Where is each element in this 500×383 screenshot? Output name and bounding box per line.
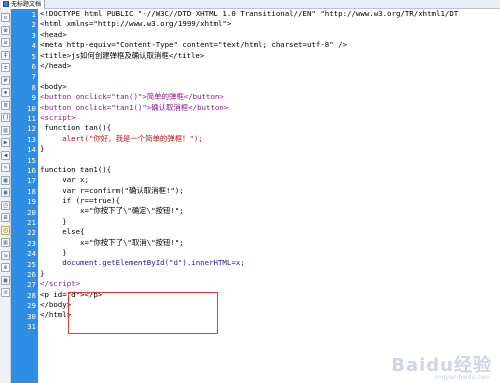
line-number: 1 bbox=[31, 10, 36, 19]
code-line: if (r==true){ bbox=[40, 196, 121, 206]
code-line: <body> bbox=[40, 81, 67, 91]
code-line: var r=confirm("确认取消框!"); bbox=[40, 185, 184, 195]
debug-tool[interactable]: ▩ bbox=[1, 275, 10, 285]
code-line: <p id="d"></p> bbox=[40, 289, 103, 299]
snippet-tool[interactable]: ◳ bbox=[1, 200, 10, 210]
indent-tool[interactable]: ▶ bbox=[1, 138, 10, 147]
code-view-tool[interactable]: ◇ bbox=[1, 13, 10, 22]
code-editor[interactable]: <!DOCTYPE html PUBLIC "-//W3C//DTD XHTML… bbox=[38, 9, 500, 383]
line-number: 9 bbox=[31, 93, 36, 103]
line-number: 26 bbox=[27, 270, 36, 279]
line-number: 29 bbox=[27, 301, 36, 311]
format-tool[interactable]: ✎ bbox=[1, 163, 10, 172]
line-number: 2 bbox=[31, 20, 36, 30]
line-number: 12 bbox=[27, 124, 36, 134]
line-number: 7 bbox=[31, 72, 36, 82]
line-number: 27 bbox=[27, 280, 36, 290]
code-line: document.getElementById("d").innerHTML=x… bbox=[40, 258, 245, 268]
zoom-tool[interactable]: ⊕ bbox=[1, 263, 10, 272]
line-number: 21 bbox=[27, 218, 36, 227]
code-line: } bbox=[40, 268, 45, 278]
code-line: </body> bbox=[40, 299, 72, 309]
code-line: } bbox=[40, 216, 67, 226]
line-number: 4 bbox=[31, 41, 36, 51]
watermark-url: jingyan.baidu.com bbox=[434, 374, 490, 381]
line-number: 28 bbox=[27, 290, 36, 300]
split-view-tool[interactable]: ※ bbox=[1, 25, 10, 35]
document-tab[interactable]: 无标题文档 bbox=[1, 0, 46, 9]
code-line: } bbox=[40, 247, 67, 257]
line-number: 20 bbox=[27, 207, 36, 217]
code-line: </head> bbox=[40, 60, 72, 70]
expand-tool[interactable]: ≡ bbox=[1, 38, 10, 47]
line-number-gutter: 1 2 3 4 5 6 7 8 9 10 11 12 13 14 15 16 17 18 19 20 21 22 23 24 2… bbox=[11, 9, 38, 383]
comment-tool[interactable]: () bbox=[1, 113, 10, 122]
line-number: 22 bbox=[27, 228, 36, 238]
line-number: 23 bbox=[27, 238, 36, 248]
line-number: 17 bbox=[27, 176, 36, 186]
line-number: 30 bbox=[27, 311, 36, 321]
highlight-tool[interactable]: ◈ bbox=[1, 88, 10, 97]
code-line: function tan(){ bbox=[40, 123, 112, 133]
recent-tool[interactable]: ▥ bbox=[1, 238, 10, 247]
document-tab-bar: 无标题文档 bbox=[0, 0, 500, 9]
collapse-tool[interactable]: ‡ bbox=[1, 50, 10, 60]
line-number: 25 bbox=[27, 259, 36, 269]
insert-tool[interactable]: ⊞ bbox=[1, 213, 10, 222]
line-number: 6 bbox=[31, 62, 36, 71]
code-line: <button onclick="tan()">简单的弹框</button> bbox=[40, 92, 224, 102]
code-line: else{ bbox=[40, 227, 85, 237]
line-number: 8 bbox=[31, 82, 36, 92]
line-number: 3 bbox=[31, 30, 36, 40]
code-line: <head> bbox=[40, 29, 67, 39]
code-line: <script> bbox=[40, 112, 76, 122]
code-line: </script> bbox=[40, 279, 81, 289]
code-line: <title>js如何创建弹框及确认取消框</title> bbox=[40, 50, 205, 60]
wrap-tool[interactable]: ≣ bbox=[1, 100, 10, 110]
line-number: 13 bbox=[27, 134, 36, 144]
line-number: 15 bbox=[27, 155, 36, 165]
line-number: 14 bbox=[27, 145, 36, 155]
code-line: alert("你好，我是一个简单的弹框！"); bbox=[40, 133, 203, 143]
line-numbers-tool[interactable]: # bbox=[1, 75, 10, 85]
code-line: x="你按下了\"确定\"按钮!"; bbox=[40, 206, 184, 216]
line-number: 16 bbox=[27, 166, 36, 175]
code-line: <!DOCTYPE html PUBLIC "-//W3C//DTD XHTML… bbox=[40, 9, 459, 18]
format-source-tool[interactable]: ▦ bbox=[1, 175, 10, 185]
uncomment-tool[interactable]: ▤ bbox=[1, 125, 10, 135]
code-line: } bbox=[40, 144, 45, 154]
line-number: 5 bbox=[31, 51, 36, 61]
line-number: 10 bbox=[27, 103, 36, 113]
line-number: 11 bbox=[27, 114, 36, 123]
apply-tool[interactable]: ▣ bbox=[1, 188, 10, 197]
move-tool[interactable]: ⇲ bbox=[1, 250, 10, 260]
code-line: <meta http-equiv="Content-Type" content=… bbox=[40, 40, 348, 50]
code-line: x="你按下了\"取消\"按钮!"; bbox=[40, 237, 184, 247]
select-tool[interactable]: ± bbox=[1, 63, 10, 72]
document-icon bbox=[3, 1, 9, 7]
list-tool[interactable]: ≋ bbox=[1, 288, 10, 297]
code-line: function tan1(){ bbox=[40, 164, 112, 174]
line-number: 19 bbox=[27, 197, 36, 207]
line-number: 18 bbox=[27, 186, 36, 196]
coding-toolbar: ◇ ※ ≡ ‡ ± # ◈ ≣ () ▤ ▶ ◀ ✎ ▦ ▣ ◳ ⊞ ◰ ▥ ⇲ ⊕ ▩ ≋ bbox=[0, 9, 11, 383]
code-line: <button onclick="tan1()">确认取消框</button> bbox=[40, 102, 229, 112]
line-number: 31 bbox=[27, 322, 36, 331]
code-lines: <!DOCTYPE html PUBLIC "-//W3C//DTD XHTML… bbox=[40, 9, 498, 331]
tag-tool[interactable]: ◰ bbox=[1, 225, 10, 235]
code-line: <html xmlns="http://www.w3.org/1999/xhtm… bbox=[40, 19, 232, 29]
document-tab-title: 无标题文档 bbox=[11, 1, 42, 8]
line-number: 24 bbox=[27, 249, 36, 259]
code-line: </html> bbox=[40, 310, 72, 320]
code-line: var x; bbox=[40, 175, 89, 185]
outdent-tool[interactable]: ◀ bbox=[1, 150, 10, 160]
